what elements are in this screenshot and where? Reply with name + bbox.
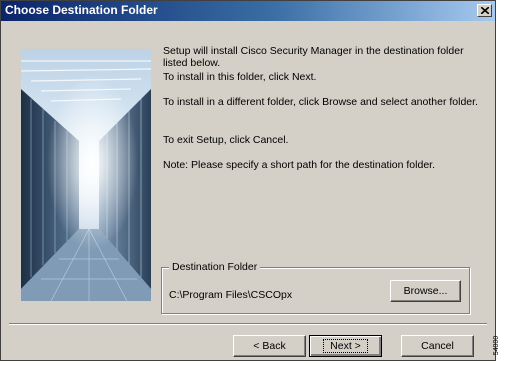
title-bar[interactable]: Choose Destination Folder bbox=[1, 1, 495, 21]
browse-instruction-text: To install in a different folder, click … bbox=[163, 96, 478, 108]
intro-text: Setup will install Cisco Security Manage… bbox=[163, 45, 464, 69]
cancel-button[interactable]: Cancel bbox=[401, 335, 474, 357]
dialog-window: Choose Destination Folder Setup will ins… bbox=[0, 0, 496, 361]
close-icon bbox=[480, 7, 489, 14]
back-button[interactable]: < Back bbox=[233, 335, 306, 357]
next-button-label: Next > bbox=[323, 339, 368, 353]
browse-button[interactable]: Browse... bbox=[390, 280, 461, 302]
cancel-button-label: Cancel bbox=[421, 340, 454, 352]
browse-button-label: Browse... bbox=[403, 285, 448, 297]
next-button[interactable]: Next > bbox=[309, 335, 382, 357]
window-title: Choose Destination Folder bbox=[5, 3, 158, 17]
destination-path: C:\Program Files\CSCOpx bbox=[169, 289, 293, 301]
destination-folder-label: Destination Folder bbox=[169, 261, 261, 273]
cancel-instruction-text: To exit Setup, click Cancel. bbox=[163, 134, 289, 146]
figure-id: 54000 bbox=[493, 330, 505, 362]
close-button[interactable] bbox=[477, 4, 492, 17]
separator bbox=[9, 323, 487, 325]
figure-id-text: 54000 bbox=[493, 335, 501, 356]
next-instruction-text: To install in this folder, click Next. bbox=[163, 71, 317, 83]
back-button-label: < Back bbox=[253, 340, 286, 352]
server-room-image bbox=[21, 49, 151, 301]
note-text: Note: Please specify a short path for th… bbox=[163, 159, 435, 171]
